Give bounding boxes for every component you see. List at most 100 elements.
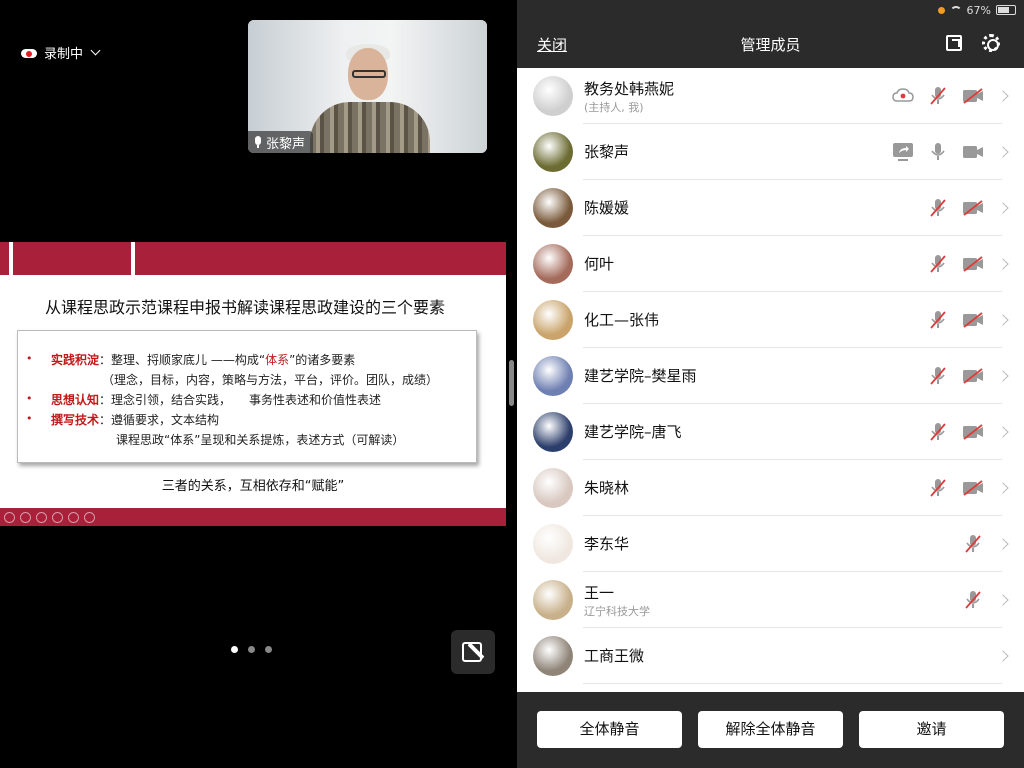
screen-share-icon[interactable] [892,142,914,162]
camera-off-icon[interactable] [962,198,984,218]
member-name: 工商王微 [584,647,645,665]
split-divider-handle[interactable] [509,360,514,406]
camera-off-icon[interactable] [962,310,984,330]
camera-off-icon[interactable] [962,86,984,106]
member-name: 教务处韩燕妮 [584,80,675,98]
member-row[interactable]: 工商王微 [517,628,1024,684]
member-name: 李东华 [584,535,630,553]
microphone-icon[interactable] [927,142,949,162]
chevron-down-icon [90,45,101,55]
pop-out-icon[interactable] [946,35,962,51]
member-name: 陈媛媛 [584,199,630,217]
battery-icon [996,5,1016,15]
avatar [533,580,573,620]
microphone-muted-icon[interactable] [927,198,949,218]
more-icon[interactable] [84,511,95,523]
zoom-icon[interactable] [68,511,79,523]
member-name: 化工—张伟 [584,311,660,329]
microphone-muted-icon[interactable] [927,366,949,386]
member-row[interactable]: 建艺学院–樊星雨 [517,348,1024,404]
avatar [533,132,573,172]
grid-icon[interactable] [52,511,63,523]
speaker-tag: 张黎声 [248,131,314,153]
chevron-right-icon [997,314,1009,326]
chevron-right-icon [997,146,1009,158]
chevron-right-icon [997,258,1009,270]
next-slide-icon[interactable] [20,511,31,523]
invite-button[interactable]: 邀请 [859,711,1004,748]
microphone-muted-icon[interactable] [927,422,949,442]
shared-slide: 从课程思政示范课程申报书解读课程思政建设的三个要素 • 实践积淀：整理、捋顺家底… [0,242,506,526]
unmute-all-button[interactable]: 解除全体静音 [698,711,843,748]
camera-icon[interactable] [962,142,984,162]
member-row[interactable]: 化工—张伟 [517,292,1024,348]
page-indicator[interactable] [231,646,272,653]
chevron-right-icon [997,594,1009,606]
microphone-muted-icon[interactable] [962,590,984,610]
pen-icon[interactable] [36,511,47,523]
avatar [533,76,573,116]
annotate-button[interactable] [451,630,495,674]
member-row[interactable]: 王一 辽宁科技大学 [517,572,1024,628]
member-name: 建艺学院–樊星雨 [584,367,697,385]
recording-label: 录制中 [44,46,84,62]
slide-controls[interactable] [0,508,506,526]
prev-slide-icon[interactable] [4,511,15,523]
avatar [533,188,573,228]
manage-members-panel: 67% 关闭 管理成员 教务处韩燕妮 (主持人, 我) 张黎声陈媛媛何叶化工—张伟建… [517,0,1024,768]
microphone-muted-icon[interactable] [927,310,949,330]
microphone-muted-icon[interactable] [927,86,949,106]
microphone-muted-icon[interactable] [927,254,949,274]
speaker-name: 张黎声 [266,136,306,152]
microphone-icon [254,136,262,148]
status-bar: 67% [937,3,1016,17]
member-name: 王一 [584,584,615,602]
member-list[interactable]: 教务处韩燕妮 (主持人, 我) 张黎声陈媛媛何叶化工—张伟建艺学院–樊星雨 建艺学院–… [517,68,1024,692]
slide-footer-text: 三者的关系，互相依存和“赋能” [161,479,345,494]
avatar [533,300,573,340]
member-row[interactable]: 教务处韩燕妮 (主持人, 我) [517,68,1024,124]
member-name: 何叶 [584,255,615,273]
recording-indicator[interactable]: 录制中 [20,42,101,62]
cloud-record-icon[interactable] [892,86,914,106]
mute-all-button[interactable]: 全体静音 [537,711,682,748]
microphone-muted-icon[interactable] [927,478,949,498]
gear-icon[interactable] [982,34,1000,52]
member-name: 张黎声 [584,143,630,161]
chevron-right-icon [997,538,1009,550]
avatar [533,468,573,508]
camera-off-icon[interactable] [962,366,984,386]
chevron-right-icon [997,202,1009,214]
member-row[interactable]: 朱晓林 [517,460,1024,516]
microphone-muted-icon[interactable] [962,534,984,554]
member-name: 朱晓林 [584,479,630,497]
avatar [533,244,573,284]
member-row[interactable]: 李东华 [517,516,1024,572]
chevron-right-icon [997,90,1009,102]
avatar [533,524,573,564]
member-row[interactable]: 陈媛媛 [517,180,1024,236]
member-row[interactable]: 张黎声 [517,124,1024,180]
battery-percent: 67% [966,3,991,17]
chevron-right-icon [997,370,1009,382]
member-subtitle: (主持人, 我) [584,101,644,114]
chevron-right-icon [997,650,1009,662]
camera-off-icon[interactable] [962,422,984,442]
wifi-icon [949,6,962,14]
member-row[interactable]: 何叶 [517,236,1024,292]
camera-off-icon[interactable] [962,478,984,498]
meeting-view: 录制中 张黎声 从课程思政示范课程申报书解读课程思政建设的三个要素 • 实践积淀… [0,0,517,768]
member-name: 建艺学院–唐飞 [584,423,682,441]
chevron-right-icon [997,426,1009,438]
slide-title: 从课程思政示范课程申报书解读课程思政建设的三个要素 [44,298,445,317]
cloud-record-icon [20,46,38,58]
avatar [533,636,573,676]
speaker-video[interactable]: 张黎声 [248,20,487,153]
camera-off-icon[interactable] [962,254,984,274]
member-row[interactable]: 建艺学院–唐飞 [517,404,1024,460]
chevron-right-icon [997,482,1009,494]
panel-footer: 全体静音 解除全体静音 邀请 [517,692,1024,768]
member-subtitle: 辽宁科技大学 [584,605,650,618]
avatar [533,412,573,452]
panel-header: 关闭 管理成员 [517,28,1024,64]
